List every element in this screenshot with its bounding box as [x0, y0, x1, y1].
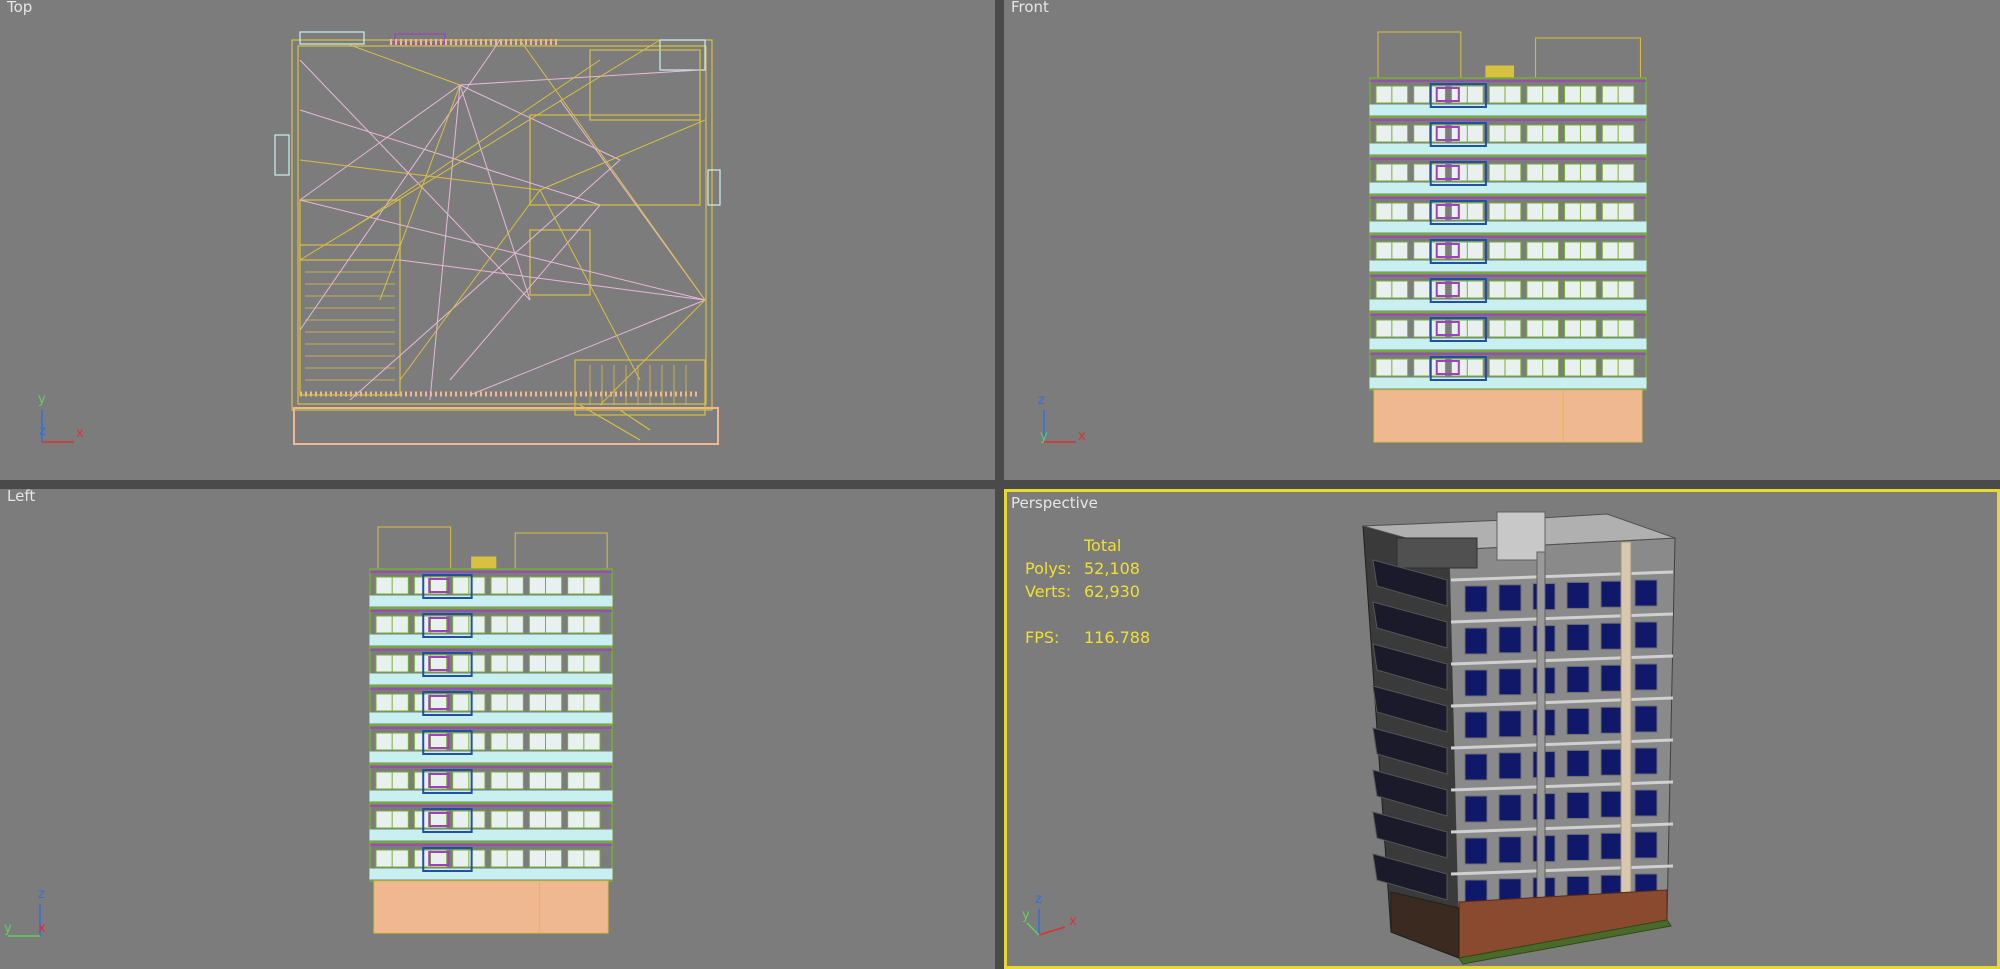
axis-tripod-icon: z y x: [1032, 390, 1092, 450]
polys-value: 52,108: [1084, 559, 1140, 578]
stats-header: Total: [1084, 536, 1122, 555]
svg-text:x: x: [76, 426, 84, 441]
svg-text:y: y: [38, 392, 46, 407]
svg-text:z: z: [1038, 393, 1045, 408]
viewport-label-top[interactable]: Top: [7, 0, 32, 16]
svg-text:z: z: [1035, 892, 1042, 907]
perspective-building-render: [1362, 511, 1676, 965]
svg-text:x: x: [1069, 914, 1077, 929]
svg-text:z: z: [38, 887, 45, 902]
svg-text:x: x: [1078, 429, 1086, 444]
viewport-label-perspective[interactable]: Perspective: [1011, 494, 1098, 512]
viewport-perspective[interactable]: Perspective Total Polys: 52,108 Verts: 62,…: [1004, 489, 2000, 969]
front-elevation-wireframe: [1369, 31, 1647, 443]
svg-text:y: y: [4, 921, 12, 936]
svg-text:y: y: [1022, 908, 1030, 923]
svg-text:z: z: [39, 424, 46, 439]
axis-tripod-icon: z y x: [1021, 887, 1091, 947]
top-plan-wireframe: [274, 31, 721, 445]
svg-text:y: y: [1040, 429, 1048, 444]
viewport-label-front[interactable]: Front: [1011, 0, 1049, 16]
viewport-label-left[interactable]: Left: [7, 489, 35, 505]
verts-label: Verts:: [1025, 582, 1072, 601]
viewport-front[interactable]: Front z y x: [1004, 0, 2000, 480]
svg-text:x: x: [38, 921, 46, 936]
verts-value: 62,930: [1084, 582, 1140, 601]
viewport-top[interactable]: Top y z x: [0, 0, 995, 480]
fps-value: 116.788: [1084, 628, 1151, 647]
left-elevation-wireframe: [369, 526, 613, 934]
axis-tripod-icon: y z x: [30, 385, 90, 445]
viewport-left[interactable]: Left z y x: [0, 489, 995, 969]
fps-label: FPS:: [1025, 628, 1060, 647]
axis-tripod-icon: z y x: [2, 884, 62, 944]
polys-label: Polys:: [1025, 559, 1072, 578]
